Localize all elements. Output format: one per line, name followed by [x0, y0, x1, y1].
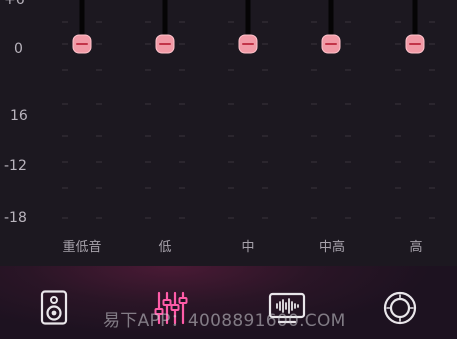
- nav-dial-button[interactable]: [378, 286, 422, 330]
- db-label-top: +6: [4, 0, 25, 8]
- band-label-bass: 低: [158, 240, 172, 255]
- speaker-icon: [40, 290, 68, 325]
- band-label-sub-bass: 重低音: [62, 240, 102, 255]
- band-slider[interactable]: [238, 0, 258, 221]
- dial-icon: [383, 291, 417, 325]
- nav-speaker-button[interactable]: [33, 286, 77, 330]
- watermark-text: 易下APP：4008891600.COM: [103, 311, 346, 331]
- db-label-minus-12: -12: [4, 158, 27, 174]
- equalizer-panel: [62, 0, 435, 221]
- db-label-minus-18: -18: [4, 210, 27, 226]
- band-slider[interactable]: [72, 0, 92, 221]
- db-label-16: 16: [10, 108, 28, 124]
- band-label-high-mid: 中高: [318, 240, 345, 255]
- band-label-treble: 高: [409, 240, 423, 255]
- band-slider[interactable]: [405, 0, 425, 221]
- band-label-mid: 中: [241, 240, 255, 255]
- band-slider[interactable]: [155, 0, 175, 221]
- band-slider[interactable]: [321, 0, 341, 221]
- db-label-zero: 0: [14, 41, 23, 57]
